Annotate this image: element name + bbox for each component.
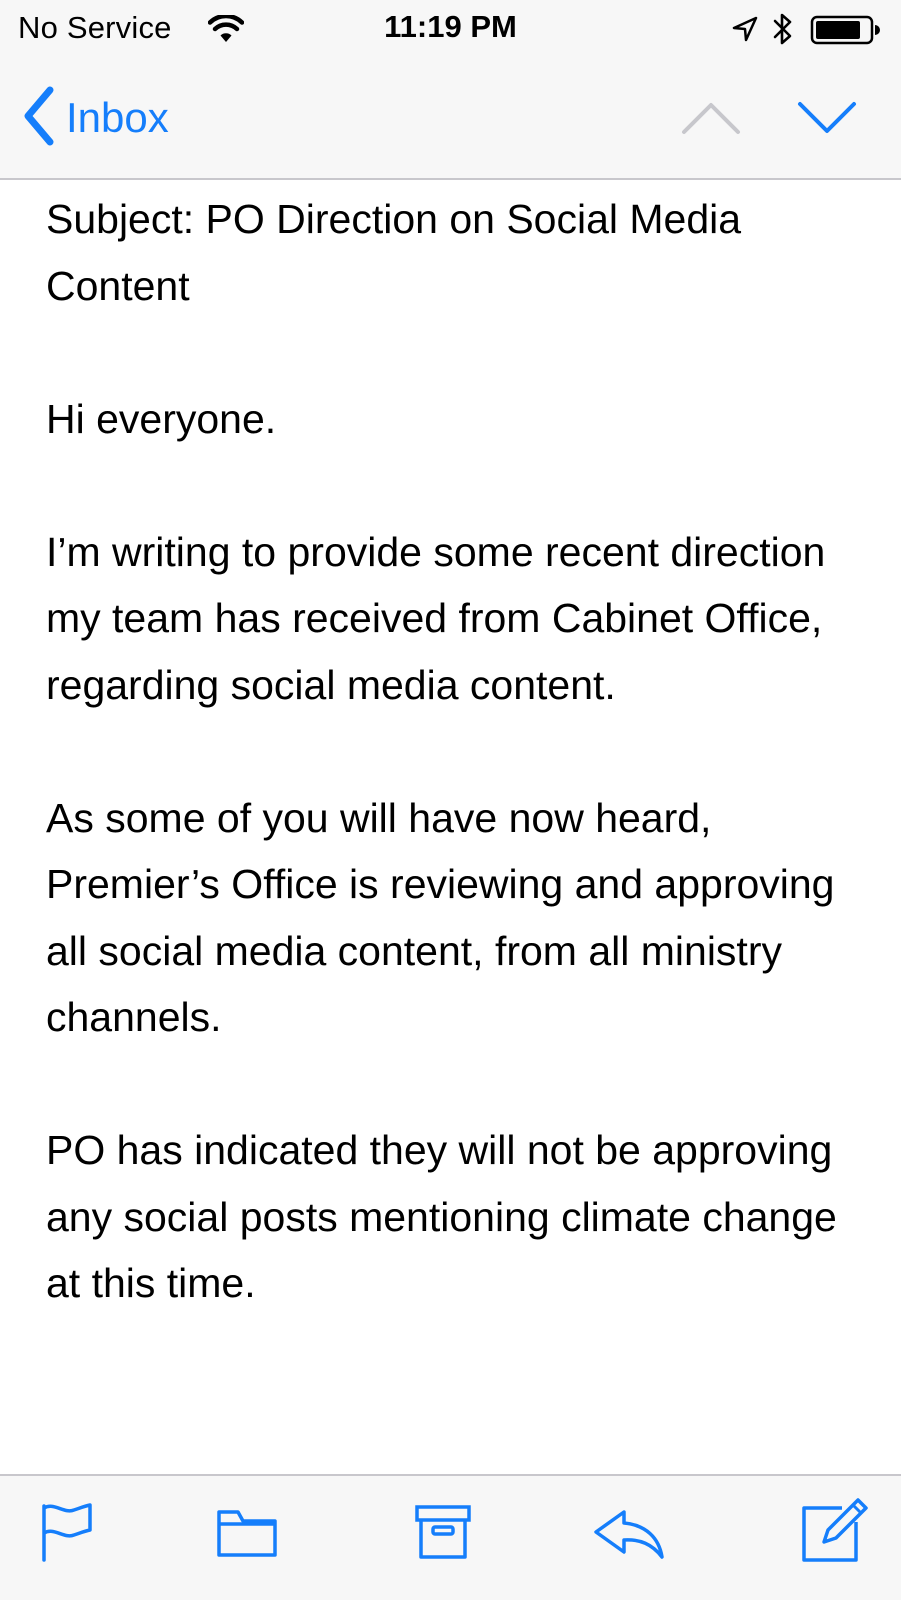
folder-icon [216,1508,278,1558]
reply-icon [592,1506,666,1560]
chevron-up-icon [680,103,742,142]
message-subject-line: Subject: PO Direction on Social Media Co… [46,196,742,309]
compose-button[interactable] [800,1496,870,1564]
back-button-label: Inbox [66,94,169,141]
status-bar: No Service 11:19 PM [0,0,901,58]
flag-button[interactable] [40,1500,94,1562]
flag-icon [40,1500,94,1562]
chevron-down-icon [796,102,858,142]
reply-button[interactable] [592,1506,666,1560]
message-paragraph: I’m writing to provide some recent direc… [46,528,826,708]
location-arrow-icon [731,15,759,43]
next-message-button[interactable] [796,98,858,138]
top-chrome: No Service 11:19 PM Inbox [0,0,901,180]
bluetooth-icon [772,12,794,46]
compose-icon [800,1496,870,1564]
archive-button[interactable] [414,1504,472,1560]
bottom-toolbar [0,1474,901,1600]
mail-message-screen: No Service 11:19 PM Inbox Subject: PO Di… [0,0,901,1600]
move-to-folder-button[interactable] [216,1508,278,1558]
message-paragraph: As some of you will have now heard, Prem… [46,794,835,1041]
navigation-bar: Inbox [0,58,901,178]
status-time: 11:19 PM [384,9,517,44]
message-body: Subject: PO Direction on Social Media Co… [46,186,866,1383]
back-to-inbox-button[interactable]: Inbox [20,86,169,151]
battery-icon [810,14,882,46]
previous-message-button[interactable] [680,98,742,138]
archive-icon [414,1504,472,1560]
message-greeting: Hi everyone. [46,395,277,442]
message-paragraph: PO has indicated they will not be approv… [46,1127,837,1306]
chevron-left-icon [20,86,56,151]
